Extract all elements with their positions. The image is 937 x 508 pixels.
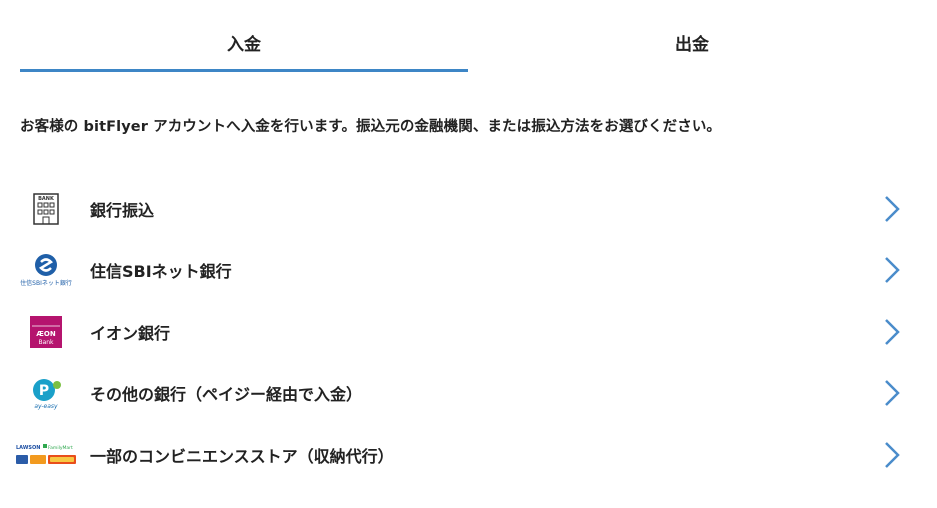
- method-aeon-bank[interactable]: ÆON Bank イオン銀行: [14, 301, 904, 363]
- svg-text:ÆON: ÆON: [36, 330, 56, 338]
- method-label: イオン銀行: [90, 323, 171, 343]
- method-label: その他の銀行（ペイジー経由で入金）: [90, 385, 363, 405]
- deposit-withdraw-tabs: 入金 出金: [20, 0, 916, 72]
- aeon-bank-logo: ÆON Bank: [14, 312, 78, 352]
- sbi-logo-text: 住信SBIネット銀行: [20, 279, 72, 287]
- method-convenience-store[interactable]: LAWSON FamilyMart 一部のコンビニエンスストア（収納代行）: [14, 424, 904, 486]
- bank-icon-text: BANK: [38, 196, 55, 202]
- sbi-net-bank-logo: 住信SBIネット銀行: [14, 250, 78, 290]
- svg-text:Bank: Bank: [38, 339, 54, 346]
- convenience-store-logos: LAWSON FamilyMart: [14, 435, 78, 475]
- chevron-right-icon: [885, 380, 900, 407]
- method-label: 一部のコンビニエンスストア（収納代行）: [90, 446, 394, 466]
- tab-deposit[interactable]: 入金: [20, 0, 468, 72]
- method-label: 住信SBIネット銀行: [90, 262, 232, 282]
- intro-text: お客様の bitFlyer アカウントへ入金を行います。振込元の金融機関、または…: [20, 119, 722, 135]
- pay-easy-logo: P ay-easy: [14, 373, 78, 413]
- tab-withdraw[interactable]: 出金: [468, 0, 916, 72]
- chevron-right-icon: [885, 257, 900, 284]
- bank-building-icon: BANK: [14, 189, 78, 229]
- method-bank-transfer[interactable]: BANK 銀行振込: [14, 178, 904, 240]
- chevron-right-icon: [885, 195, 900, 222]
- method-pay-easy[interactable]: P ay-easy その他の銀行（ペイジー経由で入金）: [14, 363, 904, 425]
- chevron-right-icon: [885, 441, 900, 468]
- svg-text:FamilyMart: FamilyMart: [48, 445, 73, 451]
- method-label: 銀行振込: [90, 200, 155, 220]
- svg-text:LAWSON: LAWSON: [16, 445, 40, 451]
- method-sbi-net-bank[interactable]: 住信SBIネット銀行 住信SBIネット銀行: [14, 240, 904, 302]
- deposit-method-list: BANK 銀行振込 住信SBIネット銀行 住信SBIネット銀行 ÆON Bank…: [14, 178, 904, 486]
- svg-text:P: P: [39, 383, 49, 399]
- svg-text:ay-easy: ay-easy: [34, 403, 58, 410]
- chevron-right-icon: [885, 318, 900, 345]
